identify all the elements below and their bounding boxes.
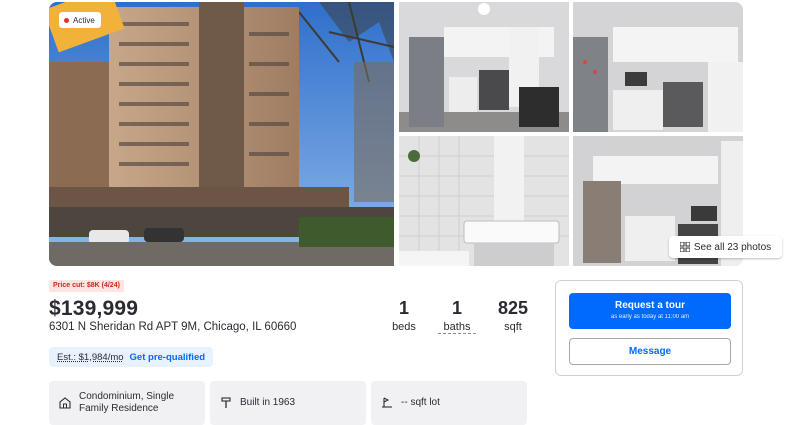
status-badge: Active bbox=[59, 12, 101, 28]
beds-value: 1 bbox=[398, 298, 409, 318]
price-cut-badge: Price cut: $8K (4/24) bbox=[49, 280, 124, 292]
estimate-pill: Est.: $1,984/mo Get pre-qualified bbox=[49, 347, 214, 367]
sqft-label: sqft bbox=[504, 321, 522, 333]
lot-size-text: -- sqft lot bbox=[401, 397, 440, 408]
message-button-label: Message bbox=[628, 346, 672, 357]
sqft-fact: 825 sqft bbox=[492, 297, 534, 333]
status-badge-label: Active bbox=[73, 15, 95, 25]
main-photo-building-exterior[interactable]: Active bbox=[49, 2, 394, 266]
grid-icon bbox=[679, 242, 690, 252]
photo-bathroom[interactable] bbox=[399, 136, 569, 266]
baths-fact[interactable]: 1 baths bbox=[438, 297, 476, 334]
active-status-dot-icon bbox=[64, 17, 69, 23]
request-tour-label: Request a tour bbox=[614, 300, 685, 311]
contact-panel: Request a tour as early as today at 11:0… bbox=[555, 280, 743, 376]
see-all-photos-button[interactable]: See all 23 photos bbox=[669, 236, 782, 258]
photo-kitchen-1[interactable] bbox=[399, 2, 569, 132]
fact-card-home-type: Condominium, Single Family Residence bbox=[49, 381, 205, 425]
beds-label: beds bbox=[392, 321, 416, 333]
message-button[interactable]: Message bbox=[569, 338, 731, 365]
listing-address: 6301 N Sheridan Rd APT 9M, Chicago, IL 6… bbox=[49, 321, 297, 333]
listing-price: $139,999 bbox=[49, 297, 139, 320]
year-built-text: Built in 1963 bbox=[240, 397, 296, 408]
photo-gallery: Active See all 23 photos bbox=[49, 2, 782, 266]
sqft-value: 825 bbox=[497, 298, 529, 318]
photo-kitchen-2[interactable] bbox=[573, 2, 743, 132]
fact-card-lot-size: -- sqft lot bbox=[371, 381, 527, 425]
building-icon bbox=[59, 397, 71, 409]
fact-card-year-built: Built in 1963 bbox=[210, 381, 366, 425]
lot-icon bbox=[382, 397, 392, 408]
see-all-photos-label: See all 23 photos bbox=[693, 241, 772, 253]
home-type-text: Condominium, Single Family Residence bbox=[79, 391, 175, 414]
get-prequalified-link[interactable]: Get pre-qualified bbox=[130, 352, 205, 363]
monthly-estimate[interactable]: Est.: $1,984/mo bbox=[57, 352, 124, 363]
baths-label[interactable]: baths bbox=[438, 321, 476, 334]
request-tour-sublabel: as early as today at 11:00 am bbox=[610, 314, 690, 320]
baths-value: 1 bbox=[451, 298, 462, 318]
hammer-icon bbox=[221, 397, 231, 408]
request-tour-button[interactable]: Request a tour as early as today at 11:0… bbox=[569, 293, 731, 329]
beds-fact: 1 beds bbox=[387, 297, 421, 333]
